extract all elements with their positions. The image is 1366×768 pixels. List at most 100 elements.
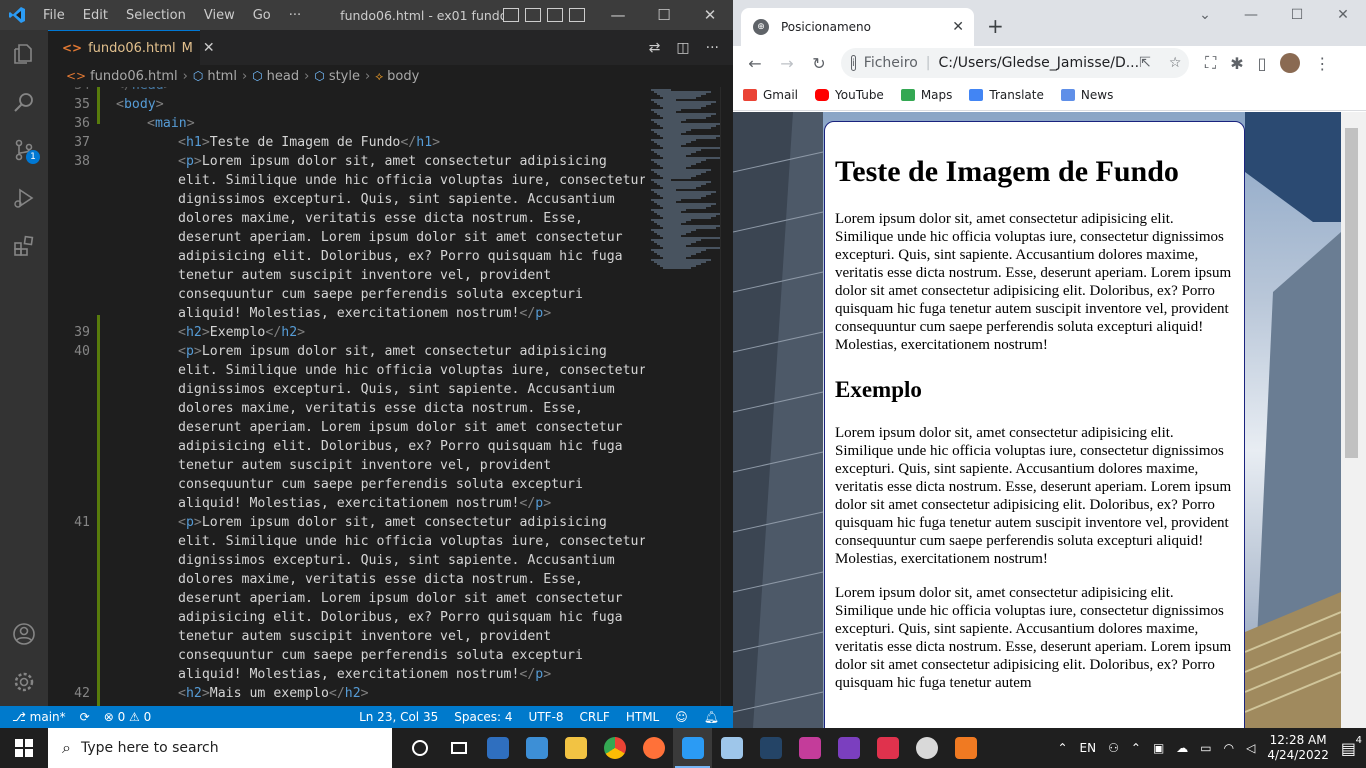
activity-bar: 1 (0, 30, 48, 706)
back-button[interactable]: ← (739, 54, 771, 73)
maximize-button[interactable]: ☐ (641, 6, 687, 24)
show-hidden-icons[interactable]: ⌃ (1131, 741, 1141, 755)
browser-tab[interactable]: ⊕ Posicionameno ✕ (741, 8, 974, 46)
toggle-sidebar-icon[interactable] (503, 8, 519, 22)
task-view-icon[interactable] (439, 728, 478, 768)
menu-view[interactable]: View (195, 8, 244, 23)
editor-scrollbar[interactable] (720, 87, 733, 706)
bookmark-star-icon[interactable]: ☆ (1169, 55, 1182, 71)
tray-overflow-icon[interactable]: ⌃ (1057, 741, 1067, 755)
scrollbar-thumb[interactable] (1345, 128, 1358, 458)
menu-edit[interactable]: Edit (74, 8, 117, 23)
bookmark-gmail[interactable]: Gmail (743, 88, 798, 102)
wifi-icon[interactable]: ◠ (1224, 741, 1234, 755)
start-button[interactable] (0, 728, 48, 768)
tab-close-icon[interactable]: ✕ (203, 40, 215, 56)
end-of-line[interactable]: CRLF (580, 710, 610, 724)
breadcrumb-file[interactable]: fundo06.html (90, 69, 178, 84)
people-icon[interactable]: ⚇ (1108, 741, 1119, 755)
open-changes-icon[interactable]: ⇄ (649, 40, 661, 56)
source-control-icon[interactable]: 1 (0, 126, 48, 174)
line-number: 42 (74, 686, 90, 701)
screenshot-icon[interactable]: ⛶ (1205, 53, 1216, 73)
app-icon[interactable] (790, 728, 829, 768)
new-tab-button[interactable]: + (987, 14, 1004, 38)
more-actions-icon[interactable]: ··· (706, 40, 719, 56)
toggle-secondary-sidebar-icon[interactable] (547, 8, 563, 22)
volume-icon[interactable]: ◁ (1246, 741, 1255, 755)
extensions-icon[interactable] (0, 222, 48, 270)
menu-more[interactable]: ··· (280, 8, 310, 23)
tab-fundo06[interactable]: <> fundo06.html M ✕ (48, 30, 215, 65)
chart-app-icon[interactable] (946, 728, 985, 768)
meet-now-icon[interactable]: ▣ (1153, 741, 1164, 755)
bookmark-maps[interactable]: Maps (900, 88, 953, 102)
minimize-button[interactable]: — (1228, 0, 1274, 30)
explorer-icon[interactable] (0, 30, 48, 78)
sync-icon[interactable]: ⟳ (80, 710, 90, 724)
visual-studio-icon[interactable] (829, 728, 868, 768)
tab-close-icon[interactable]: ✕ (952, 19, 964, 35)
problems-status[interactable]: ⊗ 0 ⚠ 0 (104, 710, 152, 724)
chrome-icon[interactable] (595, 728, 634, 768)
box-icon[interactable] (712, 728, 751, 768)
settings-gear-icon[interactable] (0, 658, 48, 706)
reload-button[interactable]: ↻ (803, 54, 835, 73)
firefox-icon[interactable] (634, 728, 673, 768)
breadcrumb-style[interactable]: style (329, 69, 360, 84)
encoding[interactable]: UTF-8 (529, 710, 564, 724)
chrome-menu-icon[interactable]: ⋮ (1314, 54, 1330, 73)
forward-button[interactable]: → (771, 54, 803, 73)
close-button[interactable]: ✕ (1320, 0, 1366, 30)
profile-avatar[interactable] (1280, 53, 1301, 73)
cursor-position[interactable]: Ln 23, Col 35 (359, 710, 438, 724)
close-button[interactable]: ✕ (687, 6, 733, 24)
side-panel-icon[interactable]: ▯ (1258, 54, 1267, 73)
breadcrumb-html[interactable]: html (207, 69, 237, 84)
branch-status[interactable]: ⎇ main* (12, 710, 66, 724)
menu-go[interactable]: Go (244, 8, 280, 23)
minimap[interactable] (645, 87, 726, 706)
indentation[interactable]: Spaces: 4 (454, 710, 512, 724)
menu-file[interactable]: File (34, 8, 74, 23)
extensions-puzzle-icon[interactable]: ✱ (1230, 54, 1243, 73)
menu-selection[interactable]: Selection (117, 8, 195, 23)
breadcrumb-head[interactable]: head (267, 69, 299, 84)
bookmark-news[interactable]: News (1060, 88, 1113, 102)
search-icon[interactable] (0, 78, 48, 126)
bookmark-translate[interactable]: Translate (969, 88, 1044, 102)
git-icon[interactable] (751, 728, 790, 768)
code-editor[interactable]: 34 </head> 35 <body> 36 <main> 37 <h1>Teste de … (48, 87, 645, 706)
taskbar-search[interactable]: ⌕ Type here to search (48, 728, 392, 768)
maximize-button[interactable]: ☐ (1274, 0, 1320, 30)
cortana-icon[interactable] (400, 728, 439, 768)
vscode-icon[interactable] (673, 728, 712, 768)
address-bar[interactable]: i Ficheiro | C:/Users/Gledse_Jamisse/D..… (841, 48, 1189, 78)
minimize-button[interactable]: — (595, 6, 641, 24)
run-debug-icon[interactable] (0, 174, 48, 222)
pc-icon[interactable] (517, 728, 556, 768)
tab-search-icon[interactable]: ⌄ (1182, 0, 1228, 30)
notifications-bell-icon[interactable]: 🔔︎ (704, 710, 719, 724)
bookmark-label: Maps (920, 88, 953, 102)
clock[interactable]: 12:28 AM 4/24/2022 (1267, 733, 1329, 763)
page-scrollbar[interactable] (1341, 112, 1366, 728)
mail-icon[interactable] (478, 728, 517, 768)
info-icon[interactable]: i (851, 55, 856, 71)
onedrive-cloud-icon[interactable]: ☁ (1176, 741, 1188, 755)
file-explorer-icon[interactable] (556, 728, 595, 768)
notifications-icon[interactable]: ▤ 4 (1341, 735, 1362, 758)
toggle-panel-icon[interactable] (525, 8, 541, 22)
bookmark-youtube[interactable]: YouTube (815, 88, 884, 102)
acrobat-icon[interactable] (868, 728, 907, 768)
paint-icon[interactable] (907, 728, 946, 768)
language-mode[interactable]: HTML (626, 710, 659, 724)
customize-layout-icon[interactable] (569, 8, 585, 22)
accounts-icon[interactable] (0, 610, 48, 658)
input-language[interactable]: EN (1080, 741, 1097, 755)
battery-icon[interactable]: ▭ (1200, 741, 1211, 755)
share-icon[interactable]: ⇱ (1139, 55, 1151, 71)
split-editor-icon[interactable]: ◫ (676, 40, 689, 56)
breadcrumb-body[interactable]: body (387, 69, 419, 84)
feedback-icon[interactable]: ☺ (675, 710, 688, 724)
